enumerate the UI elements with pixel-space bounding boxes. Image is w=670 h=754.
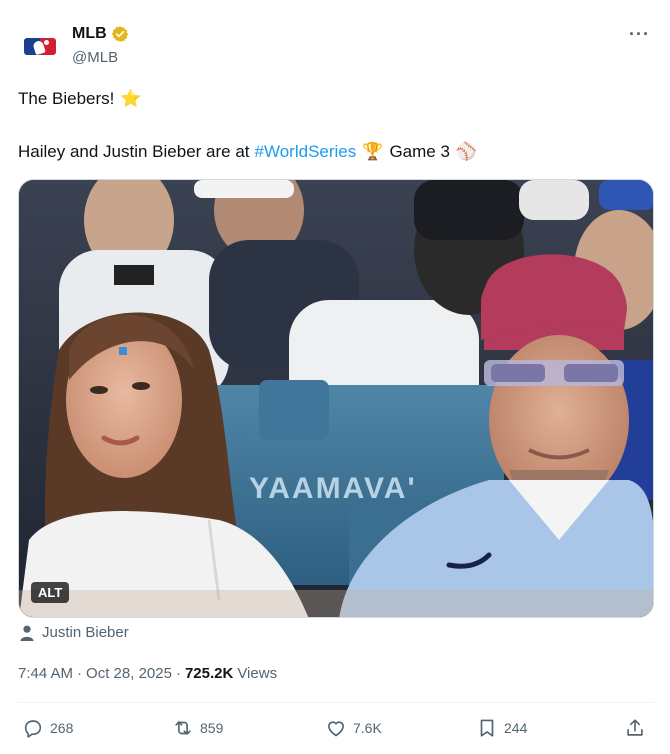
photo-illustration: YAAMAVA' [19,180,653,617]
more-options-icon[interactable]: ··· [629,24,650,45]
like-count: 7.6K [353,720,382,736]
tweet-line-1-text: The Biebers! [18,89,115,108]
tagged-person-name[interactable]: Justin Bieber [42,624,129,641]
meta-separator: · [175,665,181,682]
tweet-meta: 7:44 AM · Oct 28, 2025 · 725.2K Views [18,665,277,682]
views-count: 725.2K [184,665,234,682]
action-bar: 268 859 7.6K 244 [18,717,654,747]
alt-text-badge[interactable]: ALT [31,582,70,603]
repost-button[interactable]: 859 [172,717,223,739]
person-icon [20,625,34,641]
hashtag-link[interactable]: #WorldSeries [255,140,357,164]
tweet-time[interactable]: 7:44 AM [18,665,73,682]
bookmark-icon [480,719,494,737]
star-emoji-icon: ⭐ [120,89,142,108]
bookmark-count: 244 [504,720,528,736]
author-handle[interactable]: @MLB [72,49,118,66]
seat-signage-text: YAAMAVA' [249,472,417,505]
repost-count: 859 [200,720,224,736]
mlb-logo-icon [24,37,56,55]
tagged-people[interactable]: Justin Bieber [20,624,129,641]
tweet-line-2-text: Hailey and Justin Bieber are at [18,142,250,161]
views-label: Views [237,665,278,682]
tweet-text: The Biebers! ⭐ Hailey and Justin Bieber … [18,86,658,165]
reply-button[interactable]: 268 [22,717,73,739]
verified-badge-icon[interactable] [111,25,129,43]
author-display-name[interactable]: MLB [72,25,107,43]
reply-icon [24,720,42,738]
share-button[interactable] [624,717,646,739]
tweet-photo[interactable]: YAAMAVA' ALT [18,179,654,618]
heart-icon [328,721,344,737]
tweet-line-2: Hailey and Justin Bieber are at #WorldSe… [18,139,658,165]
tweet-date[interactable]: Oct 28, 2025 [86,665,172,682]
share-icon [627,719,643,736]
author-name-row[interactable]: MLB [72,25,129,43]
tweet-line-2-suffix: Game 3 [389,142,450,161]
tweet-header: MLB @MLB ··· [18,22,658,70]
repost-icon [175,721,191,735]
meta-separator: · [77,665,83,682]
bookmark-button[interactable]: 244 [476,717,527,739]
baseball-emoji-icon: ⚾ [455,142,478,161]
divider [18,702,654,703]
trophy-emoji-icon: 🏆 [362,142,384,161]
tweet-line-1: The Biebers! ⭐ [18,86,658,112]
avatar[interactable] [18,24,62,68]
reply-count: 268 [50,720,74,736]
like-button[interactable]: 7.6K [325,717,382,739]
